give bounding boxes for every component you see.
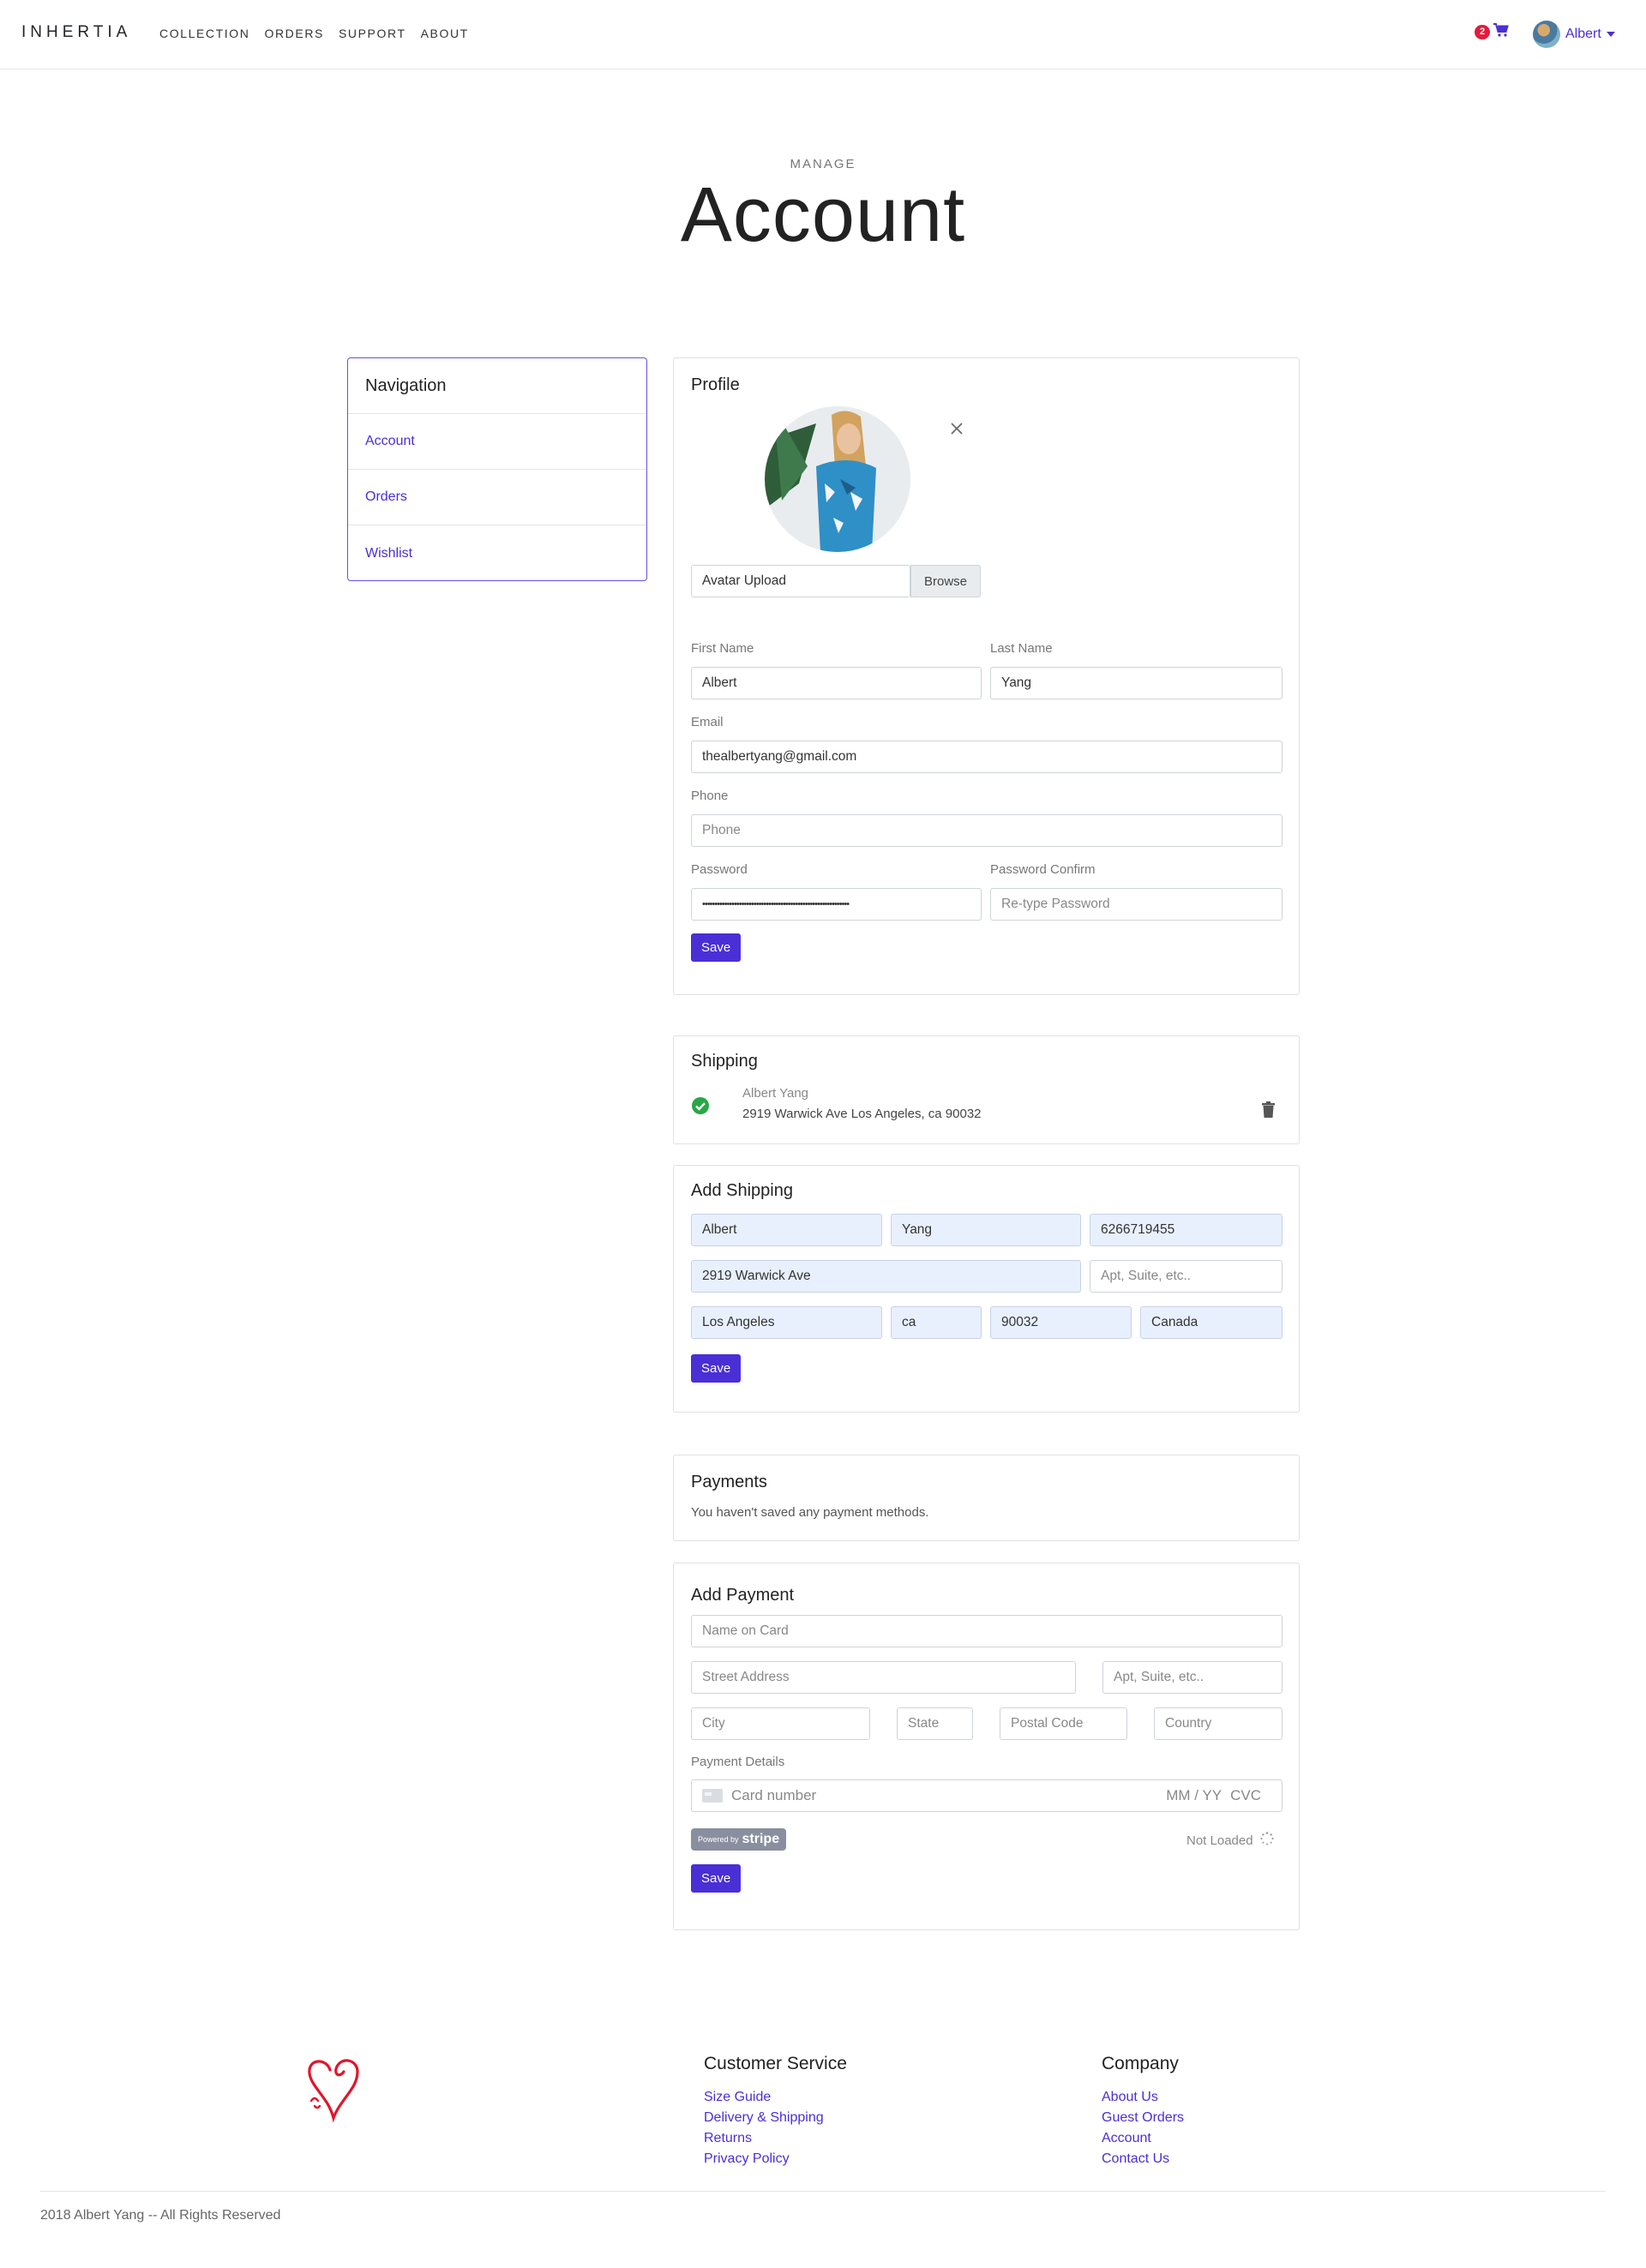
spinner-icon — [1259, 1832, 1274, 1849]
ship-last-name-field[interactable]: Yang — [891, 1214, 1081, 1246]
user-menu[interactable]: Albert — [1533, 21, 1615, 48]
shipping-name: Albert Yang — [742, 1086, 808, 1101]
stripe-status-text: Not Loaded — [1186, 1833, 1253, 1848]
shipping-address: 2919 Warwick Ave Los Angeles, ca 90032 — [742, 1107, 982, 1121]
footer-link-account[interactable]: Account — [1102, 2131, 1151, 2146]
powered-by-text: Powered by — [698, 1835, 739, 1844]
check-circle-icon — [691, 1096, 710, 1119]
account-sidebar: Navigation Account Orders Wishlist — [347, 357, 647, 581]
trash-icon[interactable] — [1262, 1101, 1275, 1122]
ship-state-field[interactable]: ca — [891, 1306, 982, 1339]
pay-country-field[interactable]: Country — [1154, 1707, 1283, 1740]
phone-field[interactable]: Phone — [691, 814, 1283, 847]
credit-card-icon — [702, 1789, 723, 1803]
pay-apt-field[interactable]: Apt, Suite, etc.. — [1102, 1661, 1283, 1694]
remove-avatar-icon[interactable] — [950, 422, 964, 440]
stripe-wordmark: stripe — [742, 1832, 780, 1846]
pay-postal-field[interactable]: Postal Code — [1000, 1707, 1127, 1740]
top-navbar: INHERTIA COLLECTION ORDERS SUPPORT ABOUT… — [0, 0, 1646, 69]
password-field[interactable]: ••••••••••••••••••••••••••••••••••••••••… — [691, 888, 982, 921]
phone-label: Phone — [691, 789, 729, 803]
ship-country-field[interactable]: Canada — [1140, 1306, 1283, 1339]
payments-empty-text: You haven't saved any payment methods. — [691, 1505, 929, 1520]
ship-apt-field[interactable]: Apt, Suite, etc.. — [1090, 1260, 1283, 1293]
copyright-text: 2018 Albert Yang -- All Rights Reserved — [40, 2208, 281, 2223]
sidebar-item-account[interactable]: Account — [348, 414, 646, 470]
pay-street-field[interactable]: Street Address — [691, 1661, 1076, 1694]
payment-details-label: Payment Details — [691, 1755, 785, 1769]
footer-divider — [40, 2191, 1606, 2192]
stripe-status: Not Loaded — [1186, 1832, 1274, 1849]
user-name: Albert — [1565, 27, 1601, 41]
first-name-label: First Name — [691, 641, 754, 656]
shipping-card: Shipping Albert Yang 2919 Warwick Ave Lo… — [673, 1035, 1300, 1144]
email-label: Email — [691, 715, 724, 729]
pay-city-field[interactable]: City — [691, 1707, 870, 1740]
last-name-label: Last Name — [990, 641, 1053, 656]
sidebar-item-wishlist[interactable]: Wishlist — [348, 525, 646, 581]
footer-link-about-us[interactable]: About Us — [1102, 2090, 1158, 2105]
browse-button[interactable]: Browse — [910, 565, 981, 597]
card-number-placeholder: Card number — [731, 1787, 817, 1803]
shipping-title: Shipping — [691, 1052, 758, 1071]
add-shipping-card: Add Shipping Albert Yang 6266719455 2919… — [673, 1165, 1300, 1413]
footer-link-privacy-policy[interactable]: Privacy Policy — [704, 2151, 790, 2167]
cart-button[interactable]: 2 — [1475, 23, 1509, 41]
profile-save-button[interactable]: Save — [691, 933, 742, 962]
footer-link-size-guide[interactable]: Size Guide — [704, 2090, 771, 2105]
add-payment-card: Add Payment Name on Card Street Address … — [673, 1563, 1300, 1930]
footer-link-delivery-shipping[interactable]: Delivery & Shipping — [704, 2110, 824, 2126]
stripe-badge[interactable]: Powered by stripe — [691, 1828, 787, 1851]
payments-title: Payments — [691, 1473, 767, 1491]
avatar — [1533, 21, 1560, 48]
password-confirm-field[interactable]: Re-type Password — [990, 888, 1283, 921]
cvc-placeholder: CVC — [1230, 1787, 1261, 1803]
footer-link-guest-orders[interactable]: Guest Orders — [1102, 2110, 1184, 2126]
ship-first-name-field[interactable]: Albert — [691, 1214, 882, 1246]
main-nav: COLLECTION ORDERS SUPPORT ABOUT — [159, 27, 469, 40]
ship-city-field[interactable]: Los Angeles — [691, 1306, 882, 1339]
add-shipping-title: Add Shipping — [691, 1181, 793, 1200]
chevron-down-icon — [1606, 32, 1615, 37]
password-confirm-label: Password Confirm — [990, 862, 1096, 877]
heart-logo-icon — [304, 2053, 363, 2129]
first-name-field[interactable]: Albert — [691, 667, 982, 699]
brand-logo[interactable]: INHERTIA — [21, 23, 131, 42]
nav-orders[interactable]: ORDERS — [264, 27, 324, 40]
payment-save-button[interactable]: Save — [691, 1864, 742, 1893]
company-heading: Company — [1102, 2054, 1179, 2073]
pay-state-field[interactable]: State — [897, 1707, 973, 1740]
page-title: Account — [680, 172, 966, 258]
sidebar-item-orders[interactable]: Orders — [348, 470, 646, 525]
card-name-field[interactable]: Name on Card — [691, 1615, 1283, 1647]
email-field[interactable]: thealbertyang@gmail.com — [691, 741, 1283, 773]
last-name-field[interactable]: Yang — [990, 667, 1283, 699]
ship-zip-field[interactable]: 90032 — [990, 1306, 1132, 1339]
footer-link-returns[interactable]: Returns — [704, 2131, 752, 2146]
password-label: Password — [691, 862, 748, 877]
sidebar-title: Navigation — [348, 358, 646, 414]
profile-card: Profile Avatar Upload Browse First Name … — [673, 357, 1300, 995]
customer-service-heading: Customer Service — [704, 2054, 847, 2073]
nav-collection[interactable]: COLLECTION — [159, 27, 249, 40]
page-pretitle: MANAGE — [790, 157, 856, 171]
card-number-field[interactable]: Card number MM / YY CVC — [691, 1779, 1283, 1812]
nav-about[interactable]: ABOUT — [421, 27, 469, 40]
ship-street-field[interactable]: 2919 Warwick Ave — [691, 1260, 1081, 1293]
ship-phone-field[interactable]: 6266719455 — [1090, 1214, 1283, 1246]
profile-avatar — [765, 406, 910, 552]
expiry-placeholder: MM / YY — [1166, 1787, 1222, 1803]
add-payment-title: Add Payment — [691, 1586, 795, 1605]
cart-icon — [1493, 23, 1509, 41]
avatar-upload-field[interactable]: Avatar Upload — [691, 565, 910, 597]
cart-count-badge: 2 — [1475, 25, 1491, 39]
nav-support[interactable]: SUPPORT — [339, 27, 406, 40]
shipping-save-button[interactable]: Save — [691, 1354, 742, 1383]
footer-link-contact-us[interactable]: Contact Us — [1102, 2151, 1169, 2167]
profile-title: Profile — [691, 375, 740, 394]
payments-card: Payments You haven't saved any payment m… — [673, 1455, 1300, 1541]
